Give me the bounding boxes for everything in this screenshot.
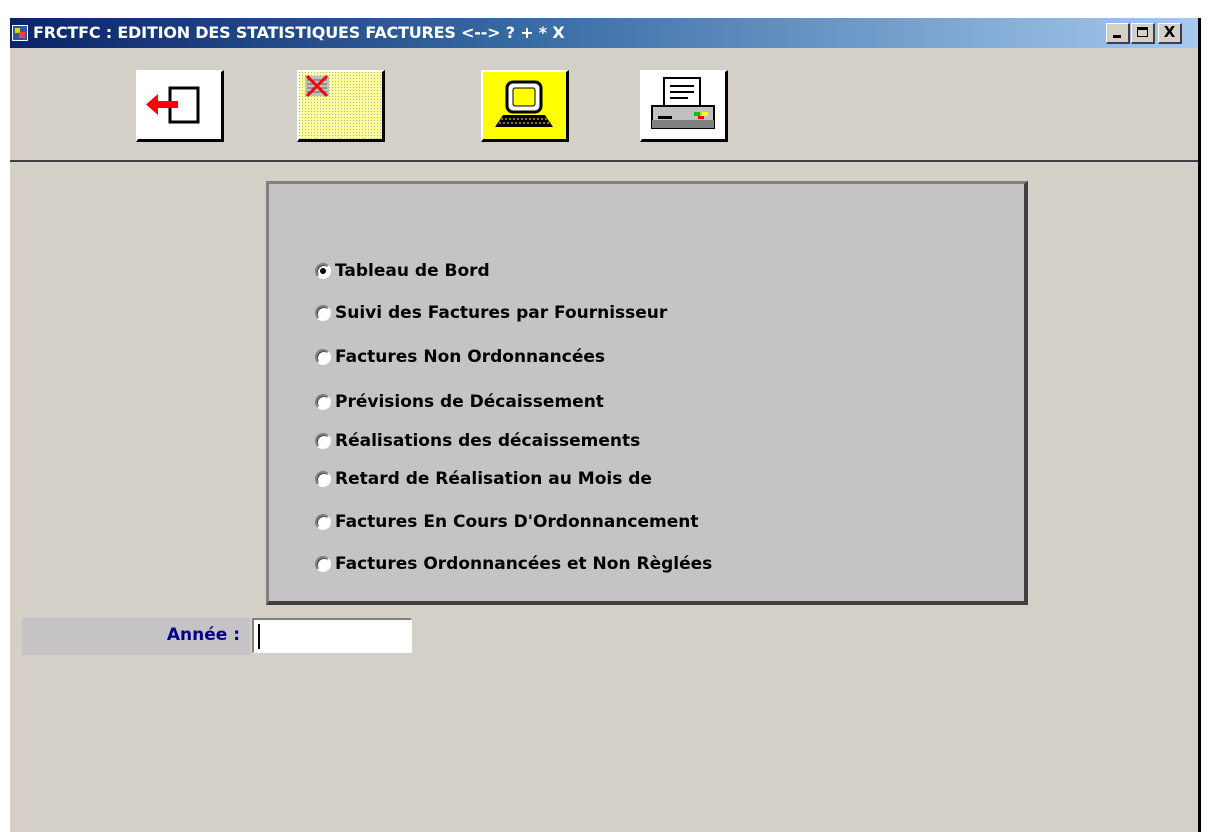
toolbar (10, 48, 1198, 162)
year-input[interactable] (252, 618, 412, 653)
minimize-icon (1113, 35, 1121, 38)
exit-button[interactable] (136, 70, 224, 142)
exit-arrow-icon (146, 86, 200, 124)
cancel-document-icon (299, 72, 382, 139)
printer-icon (651, 77, 715, 129)
radio-factures-non-ordonnancees[interactable]: Factures Non Ordonnancées (315, 345, 605, 369)
year-label-band: Année : (22, 618, 250, 655)
window-border (1198, 18, 1201, 832)
maximize-button[interactable] (1131, 23, 1155, 44)
print-button[interactable] (640, 70, 728, 142)
year-label: Année : (166, 625, 240, 645)
close-button[interactable]: X (1158, 23, 1182, 44)
radio-realisations-decaissements[interactable]: Réalisations des décaissements (315, 429, 640, 453)
radio-retard-realisation[interactable]: Retard de Réalisation au Mois de (315, 467, 652, 491)
window-title: FRCTFC : EDITION DES STATISTIQUES FACTUR… (33, 23, 565, 42)
radio-button[interactable] (315, 305, 331, 321)
radio-label: Factures En Cours D'Ordonnancement (335, 512, 699, 532)
close-icon: X (1163, 23, 1176, 41)
app-icon (12, 25, 28, 41)
maximize-icon (1137, 27, 1148, 37)
cancel-button[interactable] (297, 70, 385, 142)
radio-label: Suivi des Factures par Fournisseur (335, 303, 668, 323)
radio-factures-en-cours-ordonnancement[interactable]: Factures En Cours D'Ordonnancement (315, 510, 699, 534)
radio-tableau-de-bord[interactable]: Tableau de Bord (315, 259, 490, 283)
text-cursor (258, 624, 260, 649)
radio-button[interactable] (315, 433, 331, 449)
radio-button[interactable] (315, 556, 331, 572)
radio-button[interactable] (315, 349, 331, 365)
radio-button[interactable] (315, 394, 331, 410)
radio-button[interactable] (315, 263, 331, 279)
title-bar[interactable]: FRCTFC : EDITION DES STATISTIQUES FACTUR… (10, 18, 1198, 48)
radio-label: Retard de Réalisation au Mois de (335, 469, 652, 489)
radio-button[interactable] (315, 471, 331, 487)
computer-screen-icon (495, 80, 553, 127)
radio-factures-ordonnancees-non-reglees[interactable]: Factures Ordonnancées et Non Règlées (315, 552, 712, 576)
radio-label: Factures Non Ordonnancées (335, 347, 605, 367)
radio-label: Tableau de Bord (335, 261, 490, 281)
radio-label: Prévisions de Décaissement (335, 392, 604, 412)
minimize-button[interactable] (1106, 23, 1130, 44)
radio-suivi-factures-fournisseur[interactable]: Suivi des Factures par Fournisseur (315, 301, 667, 325)
radio-button[interactable] (315, 514, 331, 530)
preview-button[interactable] (481, 70, 569, 142)
report-type-option-group: Tableau de Bord Suivi des Factures par F… (266, 181, 1028, 605)
radio-previsions-decaissement[interactable]: Prévisions de Décaissement (315, 390, 604, 414)
radio-label: Factures Ordonnancées et Non Règlées (335, 554, 713, 574)
radio-label: Réalisations des décaissements (335, 431, 641, 451)
